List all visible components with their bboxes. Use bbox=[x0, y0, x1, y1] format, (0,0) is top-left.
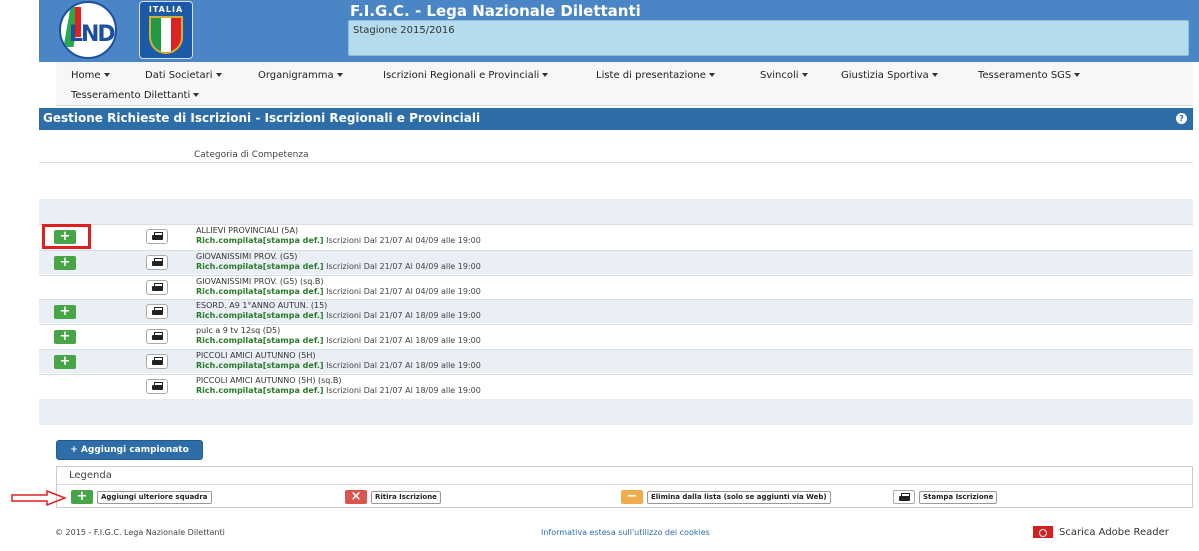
category-name: GIOVANISSIMI PROV. (G5) (sq.B) bbox=[196, 277, 324, 286]
pdf-icon bbox=[1033, 526, 1053, 538]
print-icon bbox=[152, 258, 163, 267]
legend-add-label: Aggiungi ulteriore squadra bbox=[97, 491, 212, 504]
print-button[interactable] bbox=[146, 354, 168, 369]
nav-svincoli[interactable]: Svincoli bbox=[760, 70, 808, 81]
footer-copyright: © 2015 - F.I.G.C. Lega Nazionale Diletta… bbox=[55, 528, 225, 537]
caret-down-icon bbox=[336, 73, 343, 77]
status-link[interactable]: Rich.compilata[stampa def.] bbox=[196, 336, 324, 345]
nav-home[interactable]: Home bbox=[71, 70, 110, 81]
add-team-button[interactable]: + bbox=[54, 330, 76, 344]
nav-giustizia-sportiva[interactable]: Giustizia Sportiva bbox=[841, 70, 938, 81]
nav-dati-societari[interactable]: Dati Societari bbox=[145, 70, 222, 81]
add-team-button[interactable]: + bbox=[54, 256, 76, 270]
nav-liste-presentazione[interactable]: Liste di presentazione bbox=[596, 70, 715, 81]
table-row: + ALLIEVI PROVINCIALI (5A) Rich.compilat… bbox=[39, 224, 1193, 248]
print-icon bbox=[152, 232, 163, 241]
table-row: PICCOLI AMICI AUTUNNO (5H) (sq.B) Rich.c… bbox=[39, 374, 1193, 398]
site-title: F.I.G.C. - Lega Nazionale Dilettanti bbox=[350, 2, 641, 20]
nav-organigramma[interactable]: Organigramma bbox=[258, 70, 343, 81]
status-link[interactable]: Rich.compilata[stampa def.] bbox=[196, 386, 324, 395]
print-button[interactable] bbox=[146, 280, 168, 295]
highlight-box bbox=[42, 224, 91, 249]
table-row: GIOVANISSIMI PROV. (G5) (sq.B) Rich.comp… bbox=[39, 275, 1193, 299]
question-icon[interactable]: ? bbox=[1176, 113, 1187, 124]
legend-title: Legenda bbox=[69, 470, 112, 481]
add-championship-button[interactable]: + Aggiungi campionato bbox=[56, 440, 203, 460]
divider bbox=[39, 162, 1193, 163]
minus-icon: − bbox=[621, 490, 643, 504]
print-button[interactable] bbox=[146, 229, 168, 244]
caret-down-icon bbox=[193, 93, 200, 97]
legend-panel: Legenda + Aggiungi ulteriore squadra × R… bbox=[56, 466, 1193, 508]
category-name: PICCOLI AMICI AUTUNNO (5H) (sq.B) bbox=[196, 376, 342, 385]
category-status: Rich.compilata[stampa def.] Iscrizioni D… bbox=[196, 361, 481, 370]
status-link[interactable]: Rich.compilata[stampa def.] bbox=[196, 262, 324, 271]
cookies-link[interactable]: Informativa estesa sull'utilizzo dei coo… bbox=[541, 528, 710, 537]
caret-down-icon bbox=[931, 73, 938, 77]
category-status: Rich.compilata[stampa def.] Iscrizioni D… bbox=[196, 262, 481, 271]
caret-down-icon bbox=[801, 73, 808, 77]
print-icon bbox=[152, 357, 163, 366]
legend-withdraw-label: Ritira Iscrizione bbox=[371, 491, 441, 504]
category-status: Rich.compilata[stampa def.] Iscrizioni D… bbox=[196, 336, 481, 345]
category-name: pulc a 9 tv 12sq (D5) bbox=[196, 326, 281, 335]
caret-down-icon bbox=[1074, 73, 1081, 77]
print-icon bbox=[152, 382, 163, 391]
category-name: ESORD. A9 1°ANNO AUTUN. (15) bbox=[196, 301, 328, 310]
season-box: Stagione 2015/2016 bbox=[348, 20, 1189, 56]
category-status: Rich.compilata[stampa def.] Iscrizioni D… bbox=[196, 386, 481, 395]
category-name: ALLIEVI PROVINCIALI (5A) bbox=[196, 226, 299, 235]
page-title: Gestione Richieste di Iscrizioni - Iscri… bbox=[43, 111, 481, 125]
table-footer-band bbox=[39, 399, 1193, 425]
arrow-right-icon bbox=[11, 490, 67, 506]
print-icon bbox=[152, 332, 163, 341]
print-button[interactable] bbox=[146, 329, 168, 344]
print-icon bbox=[893, 490, 915, 504]
status-link[interactable]: Rich.compilata[stampa def.] bbox=[196, 311, 324, 320]
table-header-band bbox=[39, 199, 1193, 224]
category-name: GIOVANISSIMI PROV. (G5) bbox=[196, 252, 298, 261]
figc-logo: ITALIA bbox=[139, 1, 193, 59]
nav-tesseramento-dilettanti[interactable]: Tesseramento Dilettanti bbox=[71, 90, 200, 101]
page-title-bar: Gestione Richieste di Iscrizioni - Iscri… bbox=[39, 108, 1193, 130]
plus-icon: + bbox=[71, 490, 93, 504]
print-icon bbox=[152, 283, 163, 292]
caret-down-icon bbox=[103, 73, 110, 77]
print-button[interactable] bbox=[146, 379, 168, 394]
add-team-button[interactable]: + bbox=[54, 355, 76, 369]
legend-remove-label: Elimina dalla lista (solo se aggiunti vi… bbox=[647, 491, 831, 504]
caret-down-icon bbox=[708, 73, 715, 77]
table-row: + ESORD. A9 1°ANNO AUTUN. (15) Rich.comp… bbox=[39, 299, 1193, 323]
category-status: Rich.compilata[stampa def.] Iscrizioni D… bbox=[196, 287, 481, 296]
adobe-reader-link[interactable]: Scarica Adobe Reader bbox=[1033, 526, 1169, 538]
print-button[interactable] bbox=[146, 255, 168, 270]
caret-down-icon bbox=[215, 73, 222, 77]
nav-iscrizioni[interactable]: Iscrizioni Regionali e Provinciali bbox=[383, 70, 549, 81]
close-icon: × bbox=[345, 490, 367, 504]
status-link[interactable]: Rich.compilata[stampa def.] bbox=[196, 361, 324, 370]
table-row: + PICCOLI AMICI AUTUNNO (5H) Rich.compil… bbox=[39, 349, 1193, 373]
status-link[interactable]: Rich.compilata[stampa def.] bbox=[196, 287, 324, 296]
nav-tesseramento-sgs[interactable]: Tesseramento SGS bbox=[978, 70, 1081, 81]
lnd-logo: LND bbox=[59, 1, 117, 59]
table-row: + pulc a 9 tv 12sq (D5) Rich.compilata[s… bbox=[39, 324, 1193, 348]
print-button[interactable] bbox=[146, 304, 168, 319]
caret-down-icon bbox=[542, 73, 549, 77]
category-name: PICCOLI AMICI AUTUNNO (5H) bbox=[196, 351, 316, 360]
add-team-button[interactable]: + bbox=[54, 305, 76, 319]
main-navbar: Home Dati Societari Organigramma Iscrizi… bbox=[56, 62, 1193, 106]
print-icon bbox=[152, 307, 163, 316]
season-label: Stagione 2015/2016 bbox=[353, 25, 455, 36]
site-header: LND ITALIA F.I.G.C. - Lega Nazionale Dil… bbox=[39, 0, 1199, 62]
plus-icon: + bbox=[70, 445, 78, 455]
category-status: Rich.compilata[stampa def.] Iscrizioni D… bbox=[196, 311, 481, 320]
table-row: + GIOVANISSIMI PROV. (G5) Rich.compilata… bbox=[39, 250, 1193, 274]
category-status: Rich.compilata[stampa def.] Iscrizioni D… bbox=[196, 236, 481, 245]
status-link[interactable]: Rich.compilata[stampa def.] bbox=[196, 236, 324, 245]
column-header: Categoria di Competenza bbox=[194, 150, 309, 160]
legend-print-label: Stampa Iscrizione bbox=[919, 491, 998, 504]
